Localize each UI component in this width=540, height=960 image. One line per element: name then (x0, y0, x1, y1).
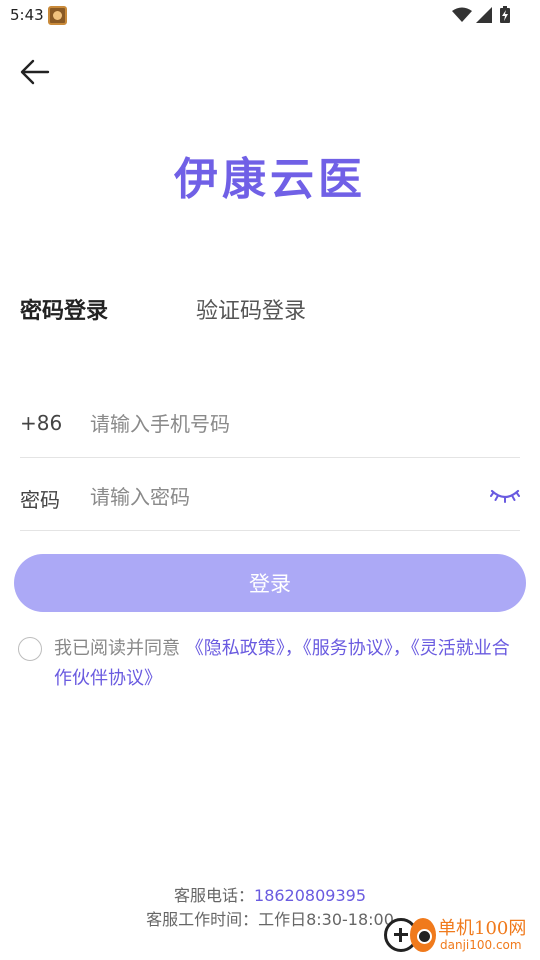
signal-icon (476, 6, 492, 23)
service-agreement-link[interactable]: 《服务协议》 (303, 638, 393, 659)
watermark-domain: danji100.com (440, 938, 522, 952)
password-label: 密码 (20, 488, 60, 512)
phone-field-row: +86 (20, 404, 520, 458)
login-button[interactable]: 登录 (14, 554, 526, 612)
phone-input[interactable] (90, 408, 470, 440)
agreement-separator: ， (284, 638, 303, 659)
site-watermark: 单机100网 danji100.com (384, 914, 534, 958)
support-hours-label: 客服工作时间： (146, 910, 259, 929)
agreement-checkbox[interactable] (18, 637, 42, 661)
status-time: 5:43 (10, 6, 44, 24)
tab-code-login[interactable]: 验证码登录 (196, 293, 306, 325)
status-bar: 5:43 (0, 0, 540, 32)
password-input[interactable] (90, 481, 470, 513)
agreement-separator: ， (392, 638, 411, 659)
status-icons (452, 6, 510, 23)
tab-password-login[interactable]: 密码登录 (20, 293, 108, 325)
app-notification-icon (48, 6, 67, 25)
password-field-row: 密码 (20, 477, 520, 531)
agreement-text: 我已阅读并同意 《隐私政策》，《服务协议》，《灵活就业合作伙伴协议》 (54, 634, 524, 694)
privacy-policy-link[interactable]: 《隐私政策》 (186, 638, 285, 659)
country-code[interactable]: +86 (20, 411, 62, 435)
support-hours-value: 工作日8:30-18:00 (258, 910, 394, 929)
agreement-prefix: 我已阅读并同意 (54, 638, 186, 659)
app-title: 伊康云医 (174, 154, 366, 205)
watermark-name: 单机100网 (438, 918, 527, 939)
battery-charging-icon (500, 6, 510, 23)
support-phone-number[interactable]: 18620809395 (254, 886, 366, 905)
back-button[interactable] (18, 56, 52, 88)
support-phone-label: 客服电话： (174, 886, 255, 905)
support-phone-line: 客服电话：18620809395 (0, 884, 540, 908)
eye-closed-icon[interactable] (490, 485, 520, 505)
watermark-logo-icon (410, 918, 436, 952)
wifi-icon (452, 7, 472, 22)
